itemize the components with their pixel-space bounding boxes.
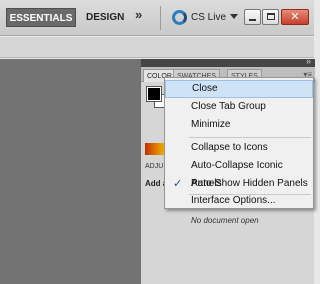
- collapse-dock-icon[interactable]: »: [306, 56, 311, 66]
- minimize-button[interactable]: [244, 9, 261, 25]
- tab-adjustments[interactable]: ADJU: [145, 163, 163, 170]
- cs-live-icon[interactable]: [172, 10, 187, 25]
- workspace-essentials-button[interactable]: ESSENTIALS: [6, 8, 76, 27]
- menu-item-auto-collapse[interactable]: Auto-Collapse Iconic Panels: [165, 157, 313, 189]
- menu-item-label: Collapse to Icons: [191, 142, 268, 153]
- cs-live-button[interactable]: CS Live: [191, 10, 226, 25]
- menu-item-minimize[interactable]: Minimize: [165, 116, 313, 134]
- minimize-icon: [249, 19, 256, 21]
- menu-item-label: Interface Options...: [191, 195, 276, 206]
- close-icon: ✕: [290, 11, 300, 23]
- workspace-area: [0, 59, 140, 284]
- maximize-button[interactable]: [262, 9, 279, 25]
- menu-separator: [189, 137, 311, 138]
- chevron-down-icon[interactable]: [230, 14, 238, 19]
- foreground-color-swatch[interactable]: [147, 87, 161, 101]
- close-window-button[interactable]: ✕: [281, 9, 309, 25]
- menu-item-auto-show-hidden[interactable]: ✓ Auto-Show Hidden Panels: [165, 175, 313, 193]
- workspace-design-button[interactable]: DESIGN: [86, 8, 124, 27]
- menu-item-close-tab-group[interactable]: Close Tab Group: [165, 98, 313, 116]
- menu-item-interface-options[interactable]: Interface Options...: [165, 192, 313, 210]
- maximize-icon: [267, 13, 275, 20]
- menu-item-label: Minimize: [191, 119, 231, 130]
- menu-item-close[interactable]: Close: [165, 80, 313, 98]
- more-workspaces-button[interactable]: »: [135, 7, 142, 22]
- application-bar: ESSENTIALS DESIGN » CS Live ✕: [0, 0, 314, 36]
- dock-header[interactable]: »: [141, 56, 315, 67]
- panel-context-menu: Close Close Tab Group Minimize Collapse …: [164, 77, 314, 209]
- menu-item-label: Close Tab Group: [191, 101, 266, 112]
- divider: [160, 6, 161, 30]
- menu-item-label: Close: [192, 83, 218, 94]
- options-bar: [0, 37, 314, 58]
- menu-item-collapse-to-icons[interactable]: Collapse to Icons: [165, 139, 313, 157]
- no-document-message: No document open: [191, 216, 259, 225]
- menu-item-label: Auto-Show Hidden Panels: [191, 178, 308, 189]
- checkmark-icon: ✓: [173, 178, 183, 190]
